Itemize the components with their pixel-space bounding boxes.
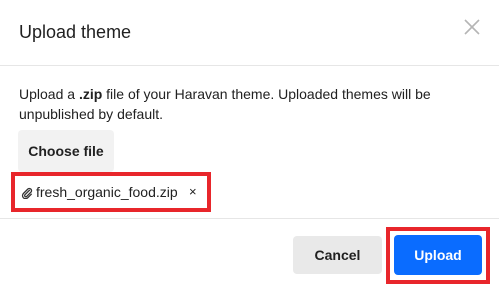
dialog-title: Upload theme <box>19 22 132 42</box>
selected-file-chip: fresh_organic_food.zip × <box>11 172 211 212</box>
choose-file-button[interactable]: Choose file <box>18 130 114 172</box>
close-icon[interactable] <box>462 17 482 37</box>
cancel-button[interactable]: Cancel <box>293 236 382 274</box>
upload-description: Upload a .zip file of your Haravan theme… <box>19 84 459 124</box>
description-prefix: Upload a <box>19 86 79 102</box>
remove-file-button[interactable]: × <box>189 184 197 200</box>
description-zip-label: .zip <box>78 86 103 102</box>
dialog-header: Upload theme <box>0 0 499 66</box>
upload-button[interactable]: Upload <box>394 235 482 275</box>
upload-theme-dialog: Upload theme Upload a .zip file of your … <box>0 0 499 289</box>
selected-file-name: fresh_organic_food.zip <box>36 184 178 200</box>
paperclip-icon <box>21 186 33 200</box>
footer-divider <box>0 218 499 219</box>
